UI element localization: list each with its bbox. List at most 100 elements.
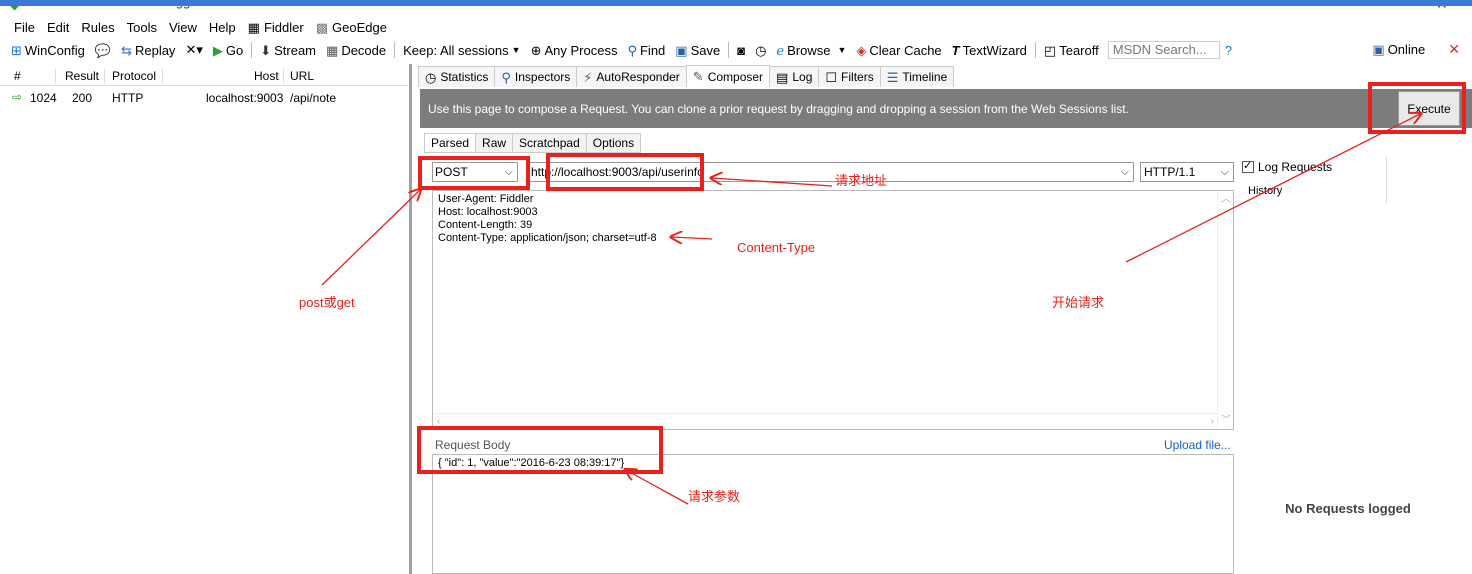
menu-rules[interactable]: Rules: [75, 20, 120, 35]
sessions-header: # Result Protocol Host URL: [0, 64, 409, 86]
menu-help[interactable]: Help: [203, 20, 242, 35]
toolbar-separator: [1034, 42, 1036, 58]
timeline-icon: ☰: [886, 69, 899, 85]
tearoff-icon: ◰: [1043, 42, 1057, 58]
close-toolbar-icon[interactable]: ✕: [1448, 41, 1460, 58]
keep-sessions-dropdown[interactable]: Keep: All sessions ▼: [398, 43, 525, 58]
replay-icon: ⇆: [121, 42, 132, 58]
tab-filters-label: Filters: [841, 70, 874, 84]
column-protocol[interactable]: Protocol: [112, 69, 156, 83]
online-button[interactable]: ▣ Online: [1367, 42, 1430, 57]
tab-statistics[interactable]: ◷ Statistics: [418, 66, 496, 87]
lightning-icon: ⚡: [583, 69, 593, 85]
find-label: Find: [639, 42, 666, 58]
log-requests-checkbox[interactable]: Log Requests: [1242, 159, 1332, 174]
menu-edit[interactable]: Edit: [41, 20, 75, 35]
textwizard-button[interactable]: T TextWizard: [947, 43, 1032, 58]
annotation-body: 请求参数: [688, 489, 741, 504]
comment-button[interactable]: 💬: [90, 44, 116, 57]
clear-cache-icon: ◈: [856, 42, 867, 58]
subtab-raw[interactable]: Raw: [475, 133, 514, 153]
upload-file-link[interactable]: Upload file...: [1164, 438, 1231, 452]
remove-button[interactable]: ✕▾: [180, 42, 207, 58]
winconfig-label: WinConfig: [24, 42, 85, 58]
tab-statistics-label: Statistics: [440, 70, 489, 84]
menu-tools[interactable]: Tools: [121, 20, 163, 35]
composer-info-bar: Use this page to compose a Request. You …: [420, 89, 1472, 128]
tearoff-button[interactable]: ◰ Tearoff: [1039, 43, 1104, 58]
clear-cache-button[interactable]: ◈ Clear Cache: [851, 43, 946, 58]
decode-icon: ▦: [326, 42, 339, 58]
menu-geoedge[interactable]: ▩ GeoEdge: [310, 20, 393, 35]
column-divider: [162, 69, 163, 83]
tab-autoresponder[interactable]: ⚡ AutoResponder: [576, 66, 687, 87]
help-button[interactable]: ?: [1220, 44, 1237, 57]
tab-composer[interactable]: ✎ Composer: [685, 65, 771, 87]
stopwatch-icon: ◷: [425, 69, 437, 85]
menu-view[interactable]: View: [163, 20, 203, 35]
crosshair-icon: ⊕: [530, 42, 542, 58]
tab-inspectors[interactable]: ⚲ Inspectors: [494, 66, 578, 87]
menu-fiddler-label: Fiddler: [263, 19, 304, 35]
browse-button[interactable]: ℯ Browse ▼: [771, 43, 851, 58]
menu-fiddler[interactable]: ▦ Fiddler: [242, 20, 310, 35]
browser-icon: ℯ: [776, 42, 785, 58]
vertical-scrollbar[interactable]: ︿ ﹀: [1217, 191, 1233, 429]
checkbox-checked-icon: [1242, 159, 1254, 173]
subtab-scratchpad[interactable]: Scratchpad: [512, 133, 587, 153]
go-icon: ▶: [212, 42, 223, 58]
url-highlight-box: [546, 153, 704, 191]
column-url[interactable]: URL: [290, 69, 314, 83]
history-header: History: [1248, 185, 1283, 197]
tab-log[interactable]: ▤ Log: [769, 66, 820, 87]
web-sessions-panel: # Result Protocol Host URL ⇨ 1024 200 HT…: [0, 64, 412, 574]
annotation-url: 请求地址: [835, 173, 888, 188]
winconfig-button[interactable]: ⊞ WinConfig: [6, 43, 90, 58]
stream-button[interactable]: ⬇ Stream: [255, 43, 321, 58]
session-arrow-icon: ⇨: [12, 90, 23, 104]
decode-button[interactable]: ▦ Decode: [321, 43, 391, 58]
history-panel: Log Requests History No Requests logged: [1238, 157, 1452, 574]
msdn-search-input[interactable]: MSDN Search...: [1107, 41, 1220, 59]
session-row[interactable]: ⇨ 1024 200 HTTP localhost:9003 /api/note: [0, 89, 409, 107]
tab-inspectors-label: Inspectors: [514, 70, 571, 84]
column-result[interactable]: Result: [65, 69, 99, 83]
http-version-select[interactable]: HTTP/1.1 ⌵: [1140, 162, 1234, 182]
column-divider: [1386, 157, 1387, 203]
replay-button[interactable]: ⇆ Replay: [116, 43, 180, 58]
dropdown-arrow-icon: ▼: [511, 44, 521, 55]
session-id: 1024: [30, 91, 57, 105]
session-result: 200: [72, 91, 93, 105]
annotation-method: post或get: [299, 295, 355, 310]
column-host[interactable]: Host: [254, 69, 279, 83]
any-process-button[interactable]: ⊕ Any Process: [526, 43, 623, 58]
find-button[interactable]: ⚲ Find: [622, 43, 670, 58]
subtab-options[interactable]: Options: [585, 133, 642, 153]
online-label: Online: [1387, 42, 1426, 57]
save-button[interactable]: ▣ Save: [670, 43, 725, 58]
tab-filters[interactable]: ☐ Filters: [818, 66, 881, 87]
screenshot-button[interactable]: ◙: [732, 44, 750, 57]
subtab-parsed[interactable]: Parsed: [424, 133, 477, 153]
tab-timeline-label: Timeline: [902, 70, 948, 84]
remove-icon: ✕▾: [185, 42, 203, 57]
dropdown-arrow-icon: ▼: [837, 44, 847, 55]
request-headers-editor[interactable]: User-Agent: Fiddler Host: localhost:9003…: [432, 190, 1234, 430]
tab-timeline[interactable]: ☰ Timeline: [879, 66, 955, 87]
scroll-up-icon: ︿: [1221, 194, 1231, 205]
chevron-down-icon: ⌵: [1120, 166, 1129, 178]
menu-file[interactable]: File: [8, 20, 41, 35]
geoedge-icon: ▩: [315, 19, 329, 35]
fiddler-grid-icon: ▦: [247, 19, 260, 35]
menu-geoedge-label: GeoEdge: [332, 19, 387, 35]
method-highlight-box: [418, 156, 530, 190]
toolbar-separator: [394, 42, 396, 58]
scroll-right-icon: ›: [1210, 416, 1214, 427]
go-button[interactable]: ▶ Go: [208, 43, 248, 58]
column-divider: [104, 69, 105, 83]
timer-button[interactable]: ◷: [750, 44, 771, 57]
session-protocol: HTTP: [112, 91, 144, 105]
session-url: /api/note: [290, 91, 337, 105]
column-number[interactable]: #: [14, 69, 21, 83]
column-divider: [283, 69, 284, 83]
